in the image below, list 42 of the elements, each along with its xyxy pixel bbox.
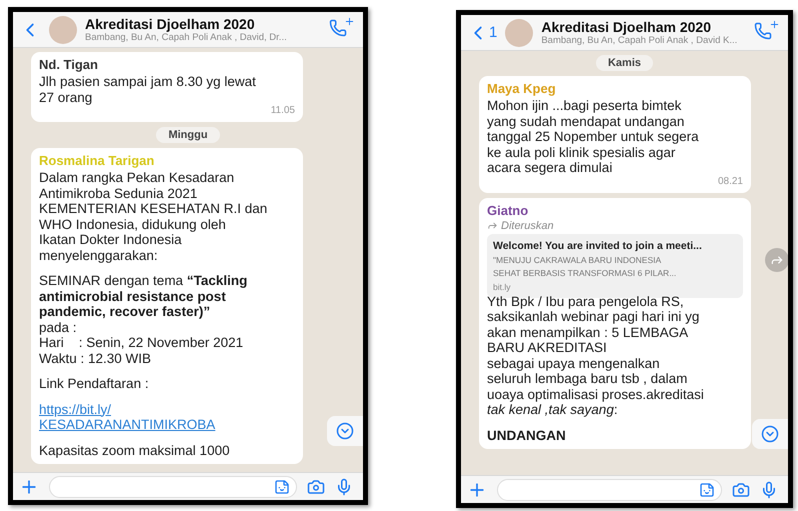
chevron-down-icon <box>336 422 354 440</box>
message-text: SEMINAR dengan tema “Tackling antimicrobial resistance post pandemic, recover faster)” pada : Hari : Senin, 22 November 2021 Waktu : 12.30 WIB <box>39 273 248 366</box>
date-label: Kamis <box>596 55 654 71</box>
sender-name: Nd. Tigan <box>39 57 99 72</box>
message-text: Dalam rangka Pekan Kesadaran Antimikroba Sedunia 2021 KEMENTERIAN KESEHATAN R.I dan WHO Indonesia, didukung oleh Ikatan Dokter Indonesia menyelenggarakan: <box>39 170 268 263</box>
message-time: 08.21 <box>718 176 743 186</box>
message-input[interactable] <box>497 478 722 500</box>
member-list: Bambang, Bu An, Capah Poli Anak , David K... <box>541 35 746 46</box>
member-list: Bambang, Bu An, Capah Poli Anak , David, Dr... <box>85 32 321 43</box>
back-button[interactable]: 1 <box>467 22 498 44</box>
share-button[interactable] <box>765 248 788 272</box>
camera-icon[interactable] <box>732 480 750 498</box>
link-preview[interactable]: Welcome! You are invited to join a meeti... "MENUJU CAKRAWALA BARU INDONESIA SEHAT BERBASIS TRANSFORMASI 6 PILAR... bit.ly <box>487 234 743 298</box>
date-label: Minggu <box>156 127 220 143</box>
message-text: Kapasitas zoom maksimal 1000 <box>39 442 231 458</box>
message-text: Mohon ijin ...bagi peserta bimtek yang sudah mendapat undangan tanggal 25 Nopember untuk segera ke aula poli klinik spesialis agar acara segera dimulai <box>487 98 700 176</box>
sender-name: Rosmalina Tarigan <box>39 153 156 168</box>
forwarded-label: Diteruskan <box>501 220 554 232</box>
chat-title: Akreditasi Djoelham 2020 <box>85 16 256 32</box>
sender-name: Maya Kpeg <box>487 81 557 96</box>
forward-icon <box>487 220 498 231</box>
message-text: Jlh pasien sampai jam 8.30 yg lewat 27 orang <box>39 74 257 105</box>
microphone-icon[interactable] <box>760 480 778 498</box>
camera-icon[interactable] <box>307 478 325 496</box>
preview-description: "MENUJU CAKRAWALA BARU INDONESIA SEHAT BERBASIS TRANSFORMASI 6 PILAR... <box>493 254 678 280</box>
message-text: UNDANGAN <box>487 428 567 443</box>
link[interactable]: https://bit.ly/ KESADARANANTIMIKROBA <box>39 402 295 432</box>
sticker-icon[interactable] <box>699 482 715 498</box>
scroll-down-button[interactable] <box>327 416 363 446</box>
avatar <box>49 16 77 44</box>
preview-domain: bit.ly <box>493 282 512 292</box>
chevron-down-icon <box>761 425 779 443</box>
avatar <box>505 18 534 46</box>
scroll-down-button[interactable] <box>752 419 788 449</box>
sender-name: Giatno <box>487 202 530 218</box>
microphone-icon[interactable] <box>335 478 353 496</box>
sticker-icon[interactable] <box>274 478 290 494</box>
preview-title: Welcome! You are invited to join a meeti... <box>493 240 703 252</box>
chat-title: Akreditasi Djoelham 2020 <box>541 19 712 35</box>
message-text: Link Pendaftaran : <box>39 376 150 392</box>
message-input[interactable] <box>49 476 297 498</box>
message-time: 11.05 <box>270 105 295 116</box>
